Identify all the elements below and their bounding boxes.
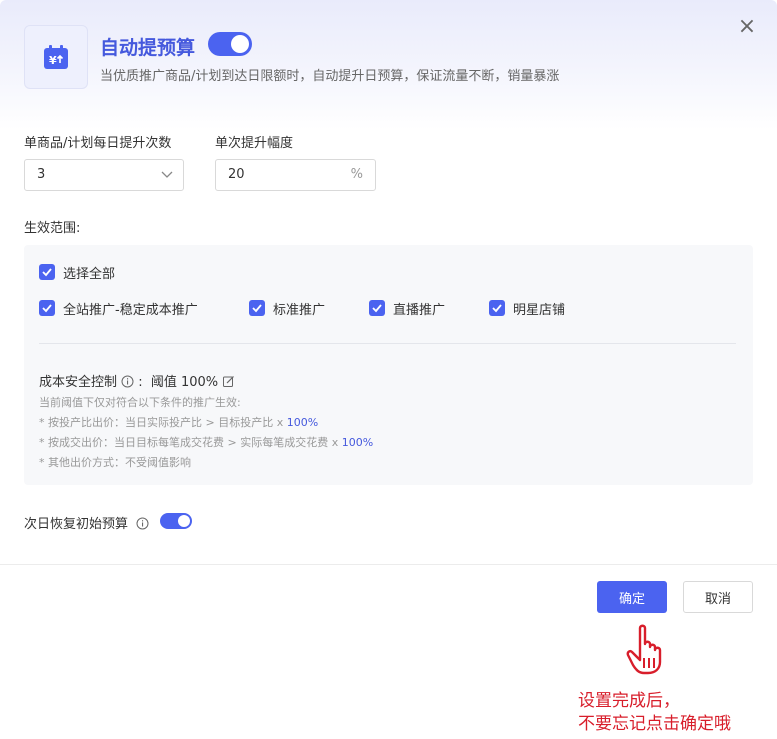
hint-roi: * 按投产比出价：当日实际投产比 > 目标投产比 x 100% (39, 414, 318, 430)
hint-roi-text: * 按投产比出价：当日实际投产比 > 目标投产比 x (39, 416, 287, 429)
reminder-line-2: 不要忘记点击确定哦 (578, 714, 731, 734)
colon: : (138, 375, 143, 390)
option-checkbox-standard[interactable] (249, 300, 265, 316)
check-icon (42, 304, 52, 313)
option-label-site-wide: 全站推广-稳定成本推广 (63, 303, 198, 318)
hint-deal-text: * 按成交出价：当日目标每笔成交花费 > 实际每笔成交花费 x (39, 436, 342, 449)
scope-divider (39, 343, 736, 344)
check-icon (372, 304, 382, 313)
cost-control-row: 成本安全控制 : 阈值 100% (39, 371, 235, 390)
option-checkbox-live[interactable] (369, 300, 385, 316)
daily-times-select[interactable]: 3 (24, 159, 184, 191)
check-icon (42, 268, 52, 277)
reset-budget-toggle[interactable] (160, 513, 192, 529)
increase-input[interactable]: 20 % (215, 159, 376, 191)
close-icon[interactable]: × (736, 16, 758, 38)
hint-title: 当前阈值下仅对符合以下条件的推广生效: (39, 396, 241, 409)
reset-budget-label: 次日恢复初始预算 (24, 513, 149, 532)
hint-other: * 其他出价方式：不受阈值影响 (39, 456, 191, 469)
select-all-label: 选择全部 (63, 267, 116, 282)
increase-value: 20 (228, 167, 245, 182)
hint-deal-pct: 100% (341, 436, 374, 449)
chevron-down-icon (161, 171, 173, 178)
daily-times-value: 3 (37, 167, 46, 182)
cost-control-label: 成本安全控制 (39, 375, 118, 390)
dialog-subtitle: 当优质推广商品/计划到达日限额时，自动提升日预算，保证流量不断，销量暴涨 (100, 69, 560, 84)
reminder-line-1: 设置完成后， (578, 691, 680, 711)
percent-unit: % (350, 167, 363, 182)
edit-icon[interactable] (222, 375, 235, 388)
daily-times-label: 单商品/计划每日提升次数 (24, 136, 172, 151)
check-icon (252, 304, 262, 313)
info-icon[interactable] (136, 517, 149, 530)
option-label-live: 直播推广 (393, 303, 446, 318)
svg-text:¥: ¥ (49, 54, 57, 67)
auto-budget-toggle[interactable] (208, 32, 252, 56)
select-all-checkbox[interactable] (39, 264, 55, 280)
increase-label: 单次提升幅度 (215, 136, 294, 151)
reset-budget-text: 次日恢复初始预算 (24, 517, 129, 532)
dialog-title: 自动提预算 (100, 37, 196, 59)
footer-divider (0, 564, 777, 565)
option-label-standard: 标准推广 (273, 303, 326, 318)
toggle-knob (231, 35, 249, 53)
cost-control-value: 阈值 100% (150, 375, 219, 390)
option-label-star-store: 明星店铺 (513, 303, 566, 318)
info-icon[interactable] (121, 375, 134, 388)
check-icon (492, 304, 502, 313)
toggle-knob (178, 515, 190, 527)
auto-budget-dialog: ¥ 自动提预算 当优质推广商品/计划到达日限额时，自动提升日预算，保证流量不断，… (0, 0, 777, 628)
scope-label: 生效范围: (24, 221, 81, 236)
hint-roi-pct: 100% (286, 416, 319, 429)
confirm-button[interactable]: 确定 (597, 581, 667, 613)
calendar-yen-up-icon: ¥ (24, 25, 88, 89)
cancel-button[interactable]: 取消 (683, 581, 753, 613)
option-checkbox-star-store[interactable] (489, 300, 505, 316)
hint-deal: * 按成交出价：当日目标每笔成交花费 > 实际每笔成交花费 x 100% (39, 434, 373, 450)
pointing-hand-icon (626, 624, 662, 675)
option-checkbox-site-wide[interactable] (39, 300, 55, 316)
reminder-note: 设置完成后， 不要忘记点击确定哦 (578, 690, 731, 736)
